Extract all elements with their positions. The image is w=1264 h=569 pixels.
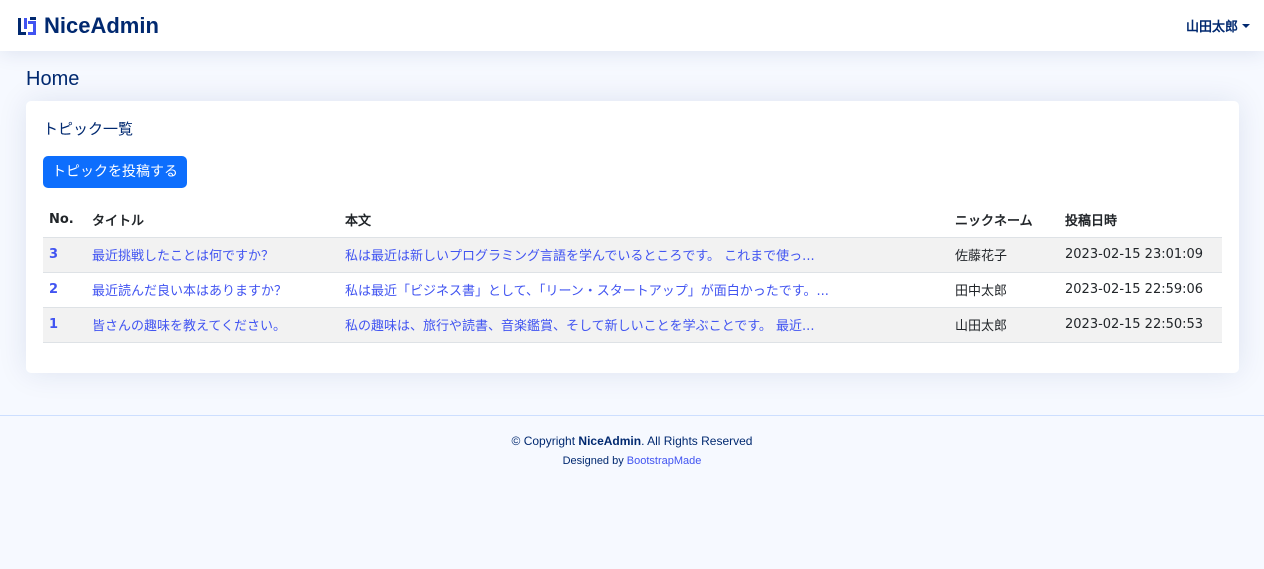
topic-body-link[interactable]: 私は最近「ビジネス書」として、「リーン・スタートアップ」が面白かったです。...: [339, 272, 949, 308]
card-title: トピック一覧: [43, 120, 134, 138]
topic-title-link[interactable]: 皆さんの趣味を教えてください。: [86, 307, 339, 343]
topic-list-card: トピック一覧 トピックを投稿する No. タイトル 本文 ニックネーム 投稿日時…: [26, 101, 1239, 373]
copyright-prefix: © Copyright: [511, 434, 576, 448]
profile-name: 山田太郎: [1185, 20, 1238, 35]
logo[interactable]: NiceAdmin: [16, 13, 159, 39]
profile-dropdown[interactable]: 山田太郎: [1186, 16, 1250, 35]
topic-title-link[interactable]: 最近読んだ良い本はありますか？: [86, 272, 339, 308]
table-row: 1 皆さんの趣味を教えてください。 私の趣味は、旅行や読書、音楽鑑賞、そして新し…: [43, 307, 1222, 343]
copyright-suffix: . All Rights Reserved: [641, 434, 753, 448]
topic-no-link[interactable]: 2: [43, 272, 86, 308]
column-header-posted-at: 投稿日時: [1059, 202, 1222, 238]
topic-nickname: 田中太郎: [949, 272, 1059, 308]
topic-table: No. タイトル 本文 ニックネーム 投稿日時 3 最近挑戦したことは何ですか？…: [43, 202, 1222, 343]
topic-nickname: 佐藤花子: [949, 237, 1059, 273]
topic-no-link[interactable]: 3: [43, 237, 86, 273]
page-title: Home: [26, 68, 80, 90]
topic-no-link[interactable]: 1: [43, 307, 86, 343]
logo-icon: [18, 16, 36, 35]
caret-down-icon: [1242, 23, 1250, 28]
topic-body-link[interactable]: 私の趣味は、旅行や読書、音楽鑑賞、そして新しいことを学ぶことです。 最近...: [339, 307, 949, 343]
footer: © Copyright NiceAdmin. All Rights Reserv…: [0, 415, 1264, 467]
logo-text: NiceAdmin: [44, 12, 159, 38]
column-header-nickname: ニックネーム: [949, 202, 1059, 238]
column-header-title: タイトル: [86, 202, 339, 238]
copyright-brand: NiceAdmin: [578, 434, 642, 448]
column-header-no: No.: [43, 202, 86, 238]
topic-posted-at: 2023-02-15 22:50:53: [1059, 307, 1222, 343]
table-header-row: No. タイトル 本文 ニックネーム 投稿日時: [43, 202, 1222, 238]
topic-title-link[interactable]: 最近挑戦したことは何ですか？: [86, 237, 339, 273]
top-header: NiceAdmin 山田太郎: [0, 0, 1264, 51]
table-row: 2 最近読んだ良い本はありますか？ 私は最近「ビジネス書」として、「リーン・スタ…: [43, 272, 1222, 308]
designed-by-label: Designed by: [562, 455, 624, 467]
column-header-body: 本文: [339, 202, 949, 238]
topic-posted-at: 2023-02-15 22:59:06: [1059, 272, 1222, 308]
designer-link[interactable]: BootstrapMade: [627, 455, 702, 467]
credits: Designed by BootstrapMade: [0, 455, 1264, 467]
topic-posted-at: 2023-02-15 23:01:09: [1059, 237, 1222, 273]
table-row: 3 最近挑戦したことは何ですか？ 私は最近は新しいプログラミング言語を学んでいる…: [43, 237, 1222, 273]
topic-body-link[interactable]: 私は最近は新しいプログラミング言語を学んでいるところです。 これまで使っ...: [339, 237, 949, 273]
topic-nickname: 山田太郎: [949, 307, 1059, 343]
copyright: © Copyright NiceAdmin. All Rights Reserv…: [0, 434, 1264, 448]
post-topic-button[interactable]: トピックを投稿する: [43, 156, 187, 188]
